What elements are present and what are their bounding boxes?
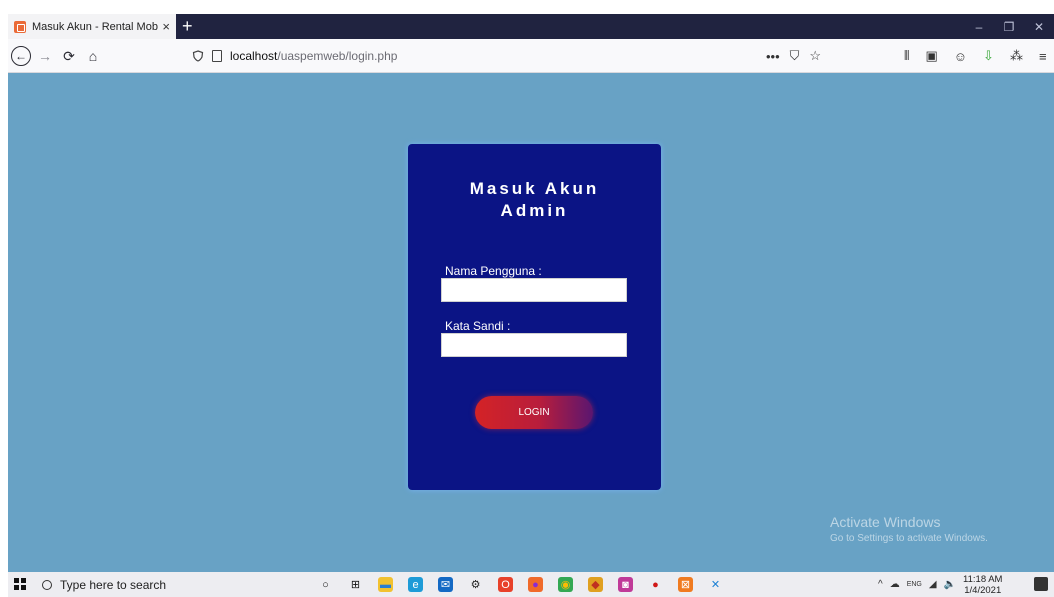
clock[interactable]: 11:18 AM 1/4/2021: [963, 574, 1002, 596]
activate-windows-watermark: Activate Windows Go to Settings to activ…: [830, 514, 988, 544]
search-icon: [42, 579, 52, 590]
url-actions: ••• ⛉ ☆: [766, 39, 821, 73]
back-arrow-icon: ←: [11, 46, 31, 66]
login-title-line2: Admin: [500, 201, 569, 220]
edge-icon[interactable]: e: [408, 577, 423, 592]
record-icon[interactable]: ●: [648, 577, 663, 592]
task-view-icon[interactable]: ⊞: [348, 577, 363, 592]
forward-icon[interactable]: →: [36, 39, 54, 73]
windows-start-icon[interactable]: [14, 578, 26, 590]
watermark-subtitle: Go to Settings to activate Windows.: [830, 533, 988, 544]
sidebar-icon[interactable]: ▣: [925, 48, 937, 64]
cortana-icon[interactable]: ○: [318, 577, 333, 592]
notification-icon[interactable]: [1034, 577, 1048, 591]
firefox-icon[interactable]: ●: [528, 577, 543, 592]
vscode-icon[interactable]: ✕: [708, 577, 723, 592]
nav-bar: ← → ⟳ ⌂ localhost/uaspemweb/login.php ••…: [8, 39, 1054, 73]
library-icon[interactable]: ⫴: [904, 48, 909, 64]
system-tray: ^ ☁ ENG ◢ 🔈 11:18 AM 1/4/2021: [878, 572, 1002, 597]
more-actions-icon[interactable]: •••: [766, 49, 780, 64]
taskbar: Type here to search ○ ⊞ ▬ e ✉ ⚙ O ● ◉ ◆ ◙ ● ⊠ ✕ ^ ☁ E…: [8, 572, 1054, 597]
download-extension-icon[interactable]: ⇩: [983, 48, 994, 64]
clock-date: 1/4/2021: [964, 584, 1002, 596]
language-indicator[interactable]: ENG: [907, 581, 922, 588]
mail-icon[interactable]: ✉: [438, 577, 453, 592]
pocket-icon[interactable]: ⛉: [790, 48, 800, 64]
browser-toolbar: ⫴ ▣ ☺ ⇩ ⁂ ≡: [904, 39, 1047, 73]
login-title-line1: Masuk Akun: [469, 179, 600, 198]
clock-time: 11:18 AM: [963, 573, 1003, 585]
password-label: Kata Sandi :: [445, 319, 511, 333]
shield-icon: [192, 50, 204, 62]
window-controls: – ❐ ✕: [964, 14, 1054, 39]
bookmark-star-icon[interactable]: ☆: [809, 48, 821, 64]
xampp-icon[interactable]: ⊠: [678, 577, 693, 592]
amongus-icon[interactable]: ◆: [588, 577, 603, 592]
minimize-icon[interactable]: –: [964, 20, 994, 34]
tab-title: Masuk Akun - Rental Mobil Ku: [32, 20, 158, 33]
tab-close-icon[interactable]: ×: [162, 20, 170, 33]
screen: Masuk Akun - Rental Mobil Ku × + – ❐ ✕ ←…: [8, 14, 1054, 597]
maximize-icon[interactable]: ❐: [994, 20, 1024, 34]
account-icon[interactable]: ☺: [954, 49, 967, 64]
login-title: Masuk Akun Admin: [408, 178, 661, 222]
password-input[interactable]: [441, 333, 627, 357]
page-icon: [212, 50, 222, 62]
tray-chevron-icon[interactable]: ^: [878, 579, 883, 590]
url-bar[interactable]: localhost/uaspemweb/login.php: [178, 44, 808, 68]
office-icon[interactable]: O: [498, 577, 513, 592]
close-window-icon[interactable]: ✕: [1024, 20, 1054, 34]
new-tab-icon[interactable]: +: [182, 15, 193, 37]
file-explorer-icon[interactable]: ▬: [378, 577, 393, 592]
extension-icon[interactable]: ⁂: [1010, 48, 1023, 64]
url-host: localhost: [230, 49, 278, 63]
taskbar-apps: ○ ⊞ ▬ e ✉ ⚙ O ● ◉ ◆ ◙ ● ⊠ ✕: [318, 572, 723, 597]
wifi-icon[interactable]: ◢: [929, 579, 937, 590]
url-path: /uaspemweb/login.php: [277, 49, 398, 63]
reload-icon[interactable]: ⟳: [60, 39, 78, 73]
username-label: Nama Pengguna :: [445, 264, 542, 278]
taskbar-search[interactable]: Type here to search: [42, 572, 166, 597]
watermark-title: Activate Windows: [830, 514, 941, 530]
back-button[interactable]: ←: [10, 39, 32, 73]
browser-tab[interactable]: Masuk Akun - Rental Mobil Ku ×: [8, 14, 176, 39]
chrome-icon[interactable]: ◉: [558, 577, 573, 592]
favicon-icon: [14, 20, 26, 33]
picture-icon[interactable]: ◙: [618, 577, 633, 592]
home-icon[interactable]: ⌂: [84, 39, 102, 73]
volume-icon[interactable]: 🔈: [944, 579, 956, 590]
settings-icon[interactable]: ⚙: [468, 577, 483, 592]
tab-strip: Masuk Akun - Rental Mobil Ku × + – ❐ ✕: [8, 14, 1054, 39]
cloud-icon[interactable]: ☁: [890, 579, 900, 590]
page-content: Masuk Akun Admin Nama Pengguna : Kata Sa…: [8, 73, 1054, 572]
search-placeholder: Type here to search: [60, 577, 167, 592]
login-button[interactable]: LOGIN: [475, 396, 593, 429]
username-input[interactable]: [441, 278, 627, 302]
login-card: Masuk Akun Admin Nama Pengguna : Kata Sa…: [408, 144, 661, 490]
menu-icon[interactable]: ≡: [1039, 49, 1047, 64]
